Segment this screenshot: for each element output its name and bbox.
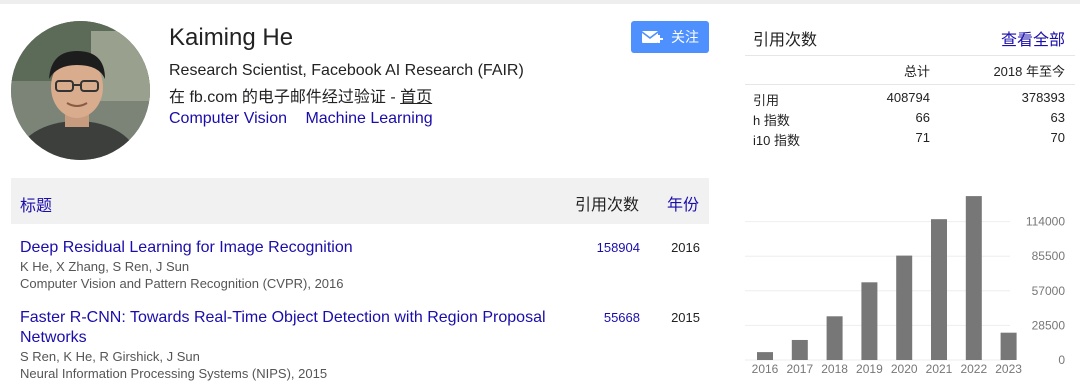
article-venue: Neural Information Processing Systems (N… bbox=[20, 366, 328, 381]
citations-per-year-chart: 114000 85500 57000 28500 0 2016 2017 2018 2019 20… bbox=[745, 196, 1066, 376]
chart-bar-2019[interactable] bbox=[861, 282, 878, 360]
chart-y-tick-label: 28500 bbox=[1032, 318, 1066, 332]
chart-y-tick-label: 114000 bbox=[1026, 215, 1065, 229]
interest-machine-learning[interactable]: Machine Learning bbox=[305, 110, 432, 127]
stat-total: 66 bbox=[915, 110, 930, 125]
chart-bar-2023[interactable] bbox=[1000, 332, 1017, 360]
chart-bar-2020[interactable] bbox=[896, 255, 913, 360]
chart-x-tick-label: 2018 bbox=[821, 362, 848, 376]
interest-computer-vision[interactable]: Computer Vision bbox=[169, 110, 287, 127]
chart-y-tick-label: 85500 bbox=[1032, 249, 1066, 263]
chart-bar-2018[interactable] bbox=[826, 316, 843, 360]
chart-y-tick-label: 0 bbox=[1058, 353, 1065, 367]
chart-bar-2016[interactable] bbox=[757, 352, 773, 360]
articles-table-header: 标题 引用次数 年份 bbox=[11, 178, 709, 224]
article-authors: S Ren, K He, R Girshick, J Sun bbox=[20, 349, 200, 364]
follow-button[interactable]: 关注 bbox=[631, 21, 709, 53]
sort-by-year[interactable]: 年份 bbox=[667, 191, 699, 215]
follow-label: 关注 bbox=[671, 29, 699, 45]
email-verified-text: 在 fb.com 的电子邮件经过验证 - bbox=[169, 89, 401, 106]
chart-x-tick-label: 2017 bbox=[786, 362, 813, 376]
article-venue: Computer Vision and Pattern Recognition … bbox=[20, 276, 344, 291]
view-all-link[interactable]: 查看全部 bbox=[1001, 26, 1065, 50]
profile-email-verified: 在 fb.com 的电子邮件经过验证 - 首页 bbox=[169, 83, 432, 107]
chart-y-tick-label: 57000 bbox=[1032, 284, 1066, 298]
stat-since: 70 bbox=[1050, 130, 1065, 145]
chart-x-tick-label: 2016 bbox=[752, 362, 779, 376]
chart-bar-2021[interactable] bbox=[931, 219, 947, 360]
stats-divider bbox=[745, 55, 1075, 56]
chart-x-tick-label: 2023 bbox=[995, 362, 1022, 376]
chart-bar-2017[interactable] bbox=[791, 339, 808, 360]
article-year: 2015 bbox=[671, 310, 700, 325]
chart-x-tick-label: 2020 bbox=[891, 362, 918, 376]
stats-col-total: 总计 bbox=[903, 64, 930, 79]
avatar bbox=[11, 21, 150, 160]
sort-by-citations[interactable]: 引用次数 bbox=[575, 191, 639, 215]
stat-total: 71 bbox=[915, 130, 930, 145]
chart-bar-2022[interactable] bbox=[965, 196, 982, 360]
stats-divider bbox=[745, 84, 1075, 85]
stat-label: h 指数 bbox=[753, 113, 790, 128]
article-row: Faster R-CNN: Towards Real-Time Object D… bbox=[20, 308, 710, 382]
chart-x-tick-label: 2021 bbox=[926, 362, 953, 376]
profile-name: Kaiming He bbox=[169, 24, 294, 51]
stat-since: 63 bbox=[1050, 110, 1065, 125]
article-title[interactable]: Deep Residual Learning for Image Recogni… bbox=[20, 238, 550, 258]
article-title[interactable]: Faster R-CNN: Towards Real-Time Object D… bbox=[20, 308, 550, 348]
stats-title: 引用次数 bbox=[753, 32, 818, 49]
article-row: Deep Residual Learning for Image Recogni… bbox=[20, 238, 710, 292]
stats-col-since: 2018 年至今 bbox=[993, 64, 1065, 79]
sort-by-title[interactable]: 标题 bbox=[20, 192, 52, 216]
article-cited-by[interactable]: 55668 bbox=[604, 310, 640, 325]
stat-label: i10 指数 bbox=[753, 133, 800, 148]
chart-x-tick-label: 2019 bbox=[856, 362, 883, 376]
research-interests: Computer Vision Machine Learning bbox=[169, 110, 447, 128]
article-year: 2016 bbox=[671, 240, 700, 255]
mail-plus-icon bbox=[641, 29, 663, 45]
homepage-link[interactable]: 首页 bbox=[400, 89, 432, 106]
stat-label: 引用 bbox=[753, 93, 780, 108]
profile-affiliation: Research Scientist, Facebook AI Research… bbox=[169, 62, 524, 79]
chart-x-tick-label: 2022 bbox=[960, 362, 987, 376]
article-authors: K He, X Zhang, S Ren, J Sun bbox=[20, 259, 190, 274]
stat-since: 378393 bbox=[1021, 90, 1065, 105]
top-divider bbox=[0, 0, 1080, 4]
stat-total: 408794 bbox=[886, 90, 930, 105]
article-cited-by[interactable]: 158904 bbox=[597, 240, 640, 255]
